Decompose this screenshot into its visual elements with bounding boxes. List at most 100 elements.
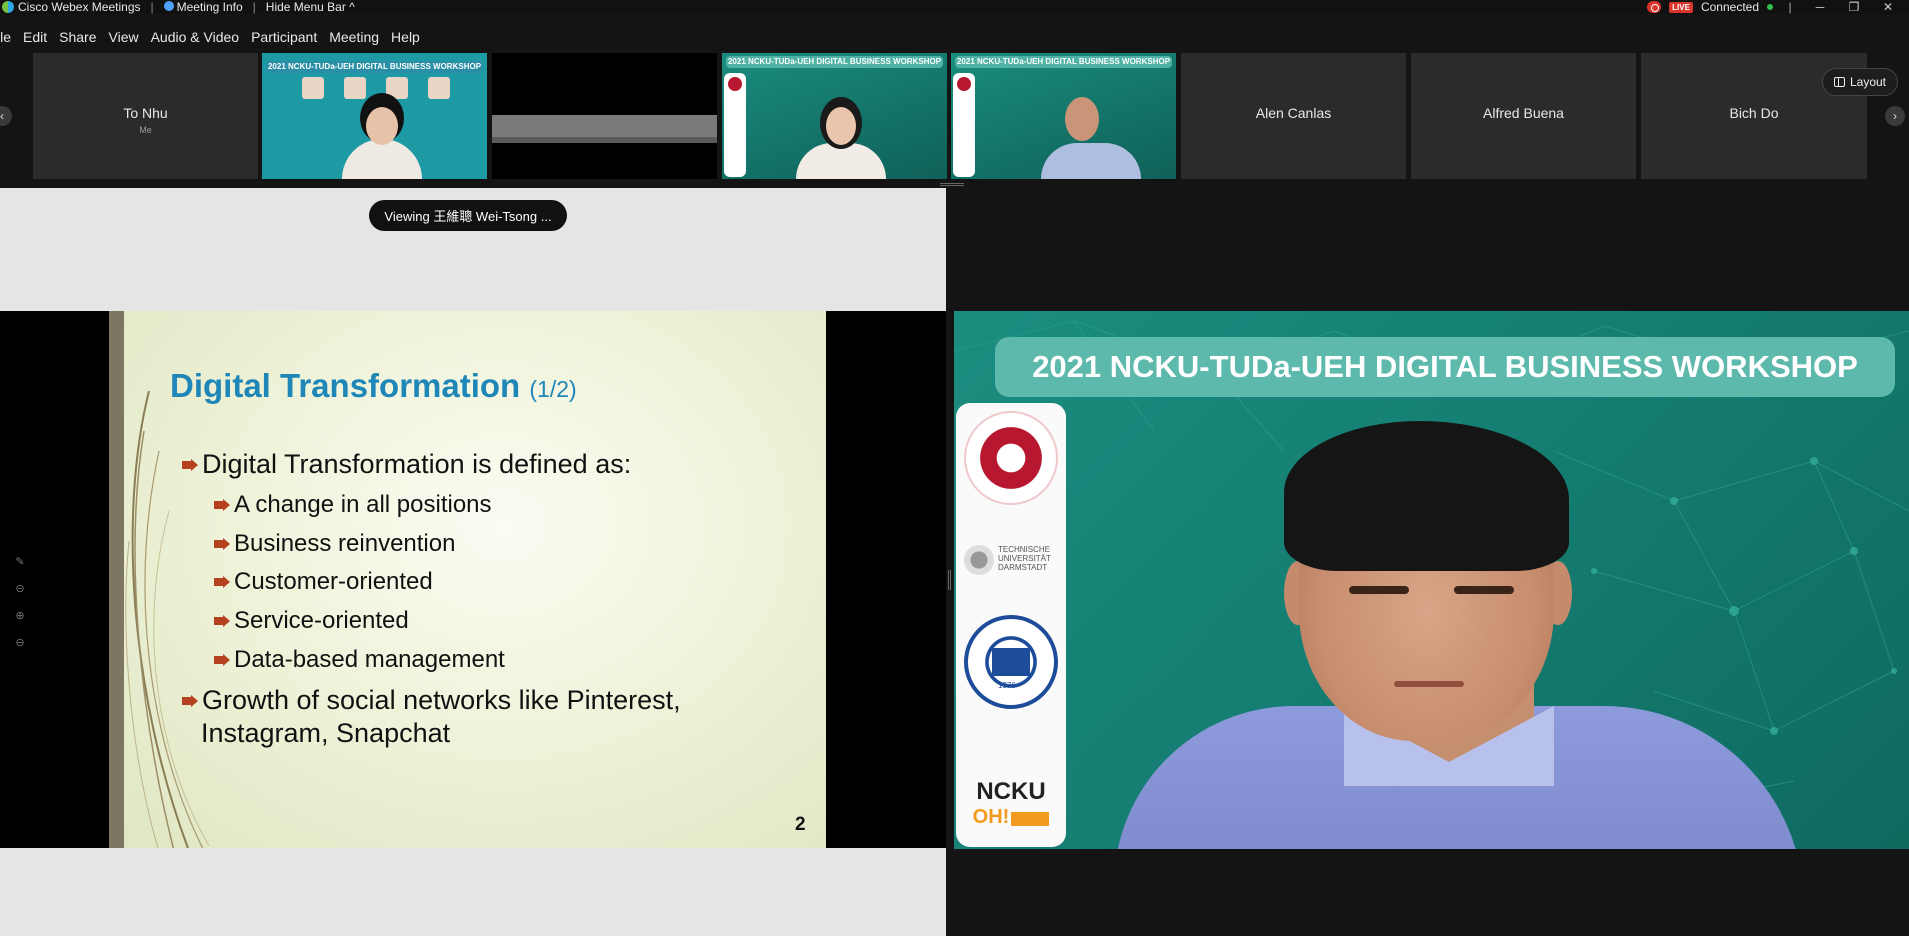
strip-next-button[interactable]: › xyxy=(1885,106,1905,126)
thumb-banner: 2021 NCKU-TUDa-UEH DIGITAL BUSINESS WORK… xyxy=(955,56,1172,68)
annotate-pen-icon[interactable]: ✎ xyxy=(13,555,27,569)
strip-prev-button[interactable]: ‹ xyxy=(0,106,12,126)
participant-figure xyxy=(1041,143,1141,179)
resize-handle-vertical[interactable] xyxy=(948,570,951,590)
close-button[interactable]: ✕ xyxy=(1875,0,1901,14)
live-badge: LIVE xyxy=(1669,1,1693,13)
participant-name: To Nhu xyxy=(123,105,168,121)
slide-bullet: Digital Transformation is defined as: xyxy=(182,449,632,480)
slide-subbullet-text: Business reinvention xyxy=(234,530,456,557)
hide-menu-bar-button[interactable]: Hide Menu Bar ^ xyxy=(266,0,355,14)
thumb-logos xyxy=(724,73,746,177)
title-divider: | xyxy=(1788,0,1792,14)
oh-logo-text: OH! xyxy=(972,806,1010,828)
shared-screen-preview xyxy=(492,115,717,137)
layout-icon xyxy=(1833,77,1845,87)
speaker-figure xyxy=(1394,681,1464,687)
oh-logo-row: OH! xyxy=(966,806,1056,829)
participant-name: Alen Canlas xyxy=(1255,105,1332,121)
participant-tile[interactable]: Alfred Buena xyxy=(1411,53,1636,179)
menu-help[interactable]: Help xyxy=(385,29,426,45)
menu-audio-video[interactable]: Audio & Video xyxy=(145,29,245,45)
ncku-logo-text: NCKU xyxy=(976,778,1046,805)
speaker-figure xyxy=(1349,586,1409,594)
tud-emblem-logo xyxy=(964,545,994,575)
slide-bullet-text: Growth of social networks like Pinterest… xyxy=(202,685,681,715)
bullet-arrow-icon xyxy=(214,615,231,627)
title-separator: | xyxy=(252,0,256,14)
menu-file[interactable]: ile xyxy=(0,29,17,45)
participant-video-tile[interactable]: 2021 NCKU-TUDa-UEH DIGITAL BUSINESS WORK… xyxy=(951,53,1176,179)
slide-subbullet-text: A change in all positions xyxy=(234,491,492,518)
bullet-arrow-icon xyxy=(214,576,231,588)
slide-bullet-text: Digital Transformation is defined as: xyxy=(202,449,632,479)
participant-strip: ‹ To Nhu Me 2021 NCKU-TUDa-UEH DIGITAL B… xyxy=(0,53,1909,180)
recording-icon[interactable] xyxy=(1647,1,1662,13)
viewing-indicator[interactable]: Viewing 王維聰 Wei-Tsong ... xyxy=(369,200,567,231)
slide-subbullet-text: Data-based management xyxy=(234,646,505,673)
participant-video-tile[interactable] xyxy=(492,53,717,179)
chevron-left-icon: ‹ xyxy=(0,109,4,123)
speaker-photo xyxy=(428,77,450,99)
slide-number: 2 xyxy=(795,814,806,835)
restore-button[interactable]: ❐ xyxy=(1841,0,1867,14)
slide-subbullet: Customer-oriented xyxy=(214,568,433,596)
title-bar: Cisco Webex Meetings | Meeting Info | Hi… xyxy=(0,0,1909,14)
bullet-arrow-icon xyxy=(214,654,231,666)
stop-annotate-icon[interactable]: ⊝ xyxy=(13,582,27,596)
slide-viewport: Digital Transformation (1/2) Digital Tra… xyxy=(0,311,946,848)
meeting-info-label: Meeting Info xyxy=(176,0,243,14)
meeting-info-button[interactable]: Meeting Info xyxy=(163,0,243,14)
participant-name: Alfred Buena xyxy=(1483,105,1564,121)
workshop-banner: 2021 NCKU-TUDa-UEH DIGITAL BUSINESS WORK… xyxy=(995,337,1895,397)
ueh-year: 1976 xyxy=(998,681,1016,690)
participant-tile[interactable]: To Nhu Me xyxy=(33,53,258,179)
title-separator: | xyxy=(150,0,154,14)
chevron-right-icon: › xyxy=(1893,109,1897,123)
slide-subbullet-text: Service-oriented xyxy=(234,607,409,634)
slide-bullet: Growth of social networks like Pinterest… xyxy=(182,685,681,716)
menu-participant[interactable]: Participant xyxy=(245,29,323,45)
shared-screen-preview xyxy=(492,137,717,143)
menu-share[interactable]: Share xyxy=(53,29,102,45)
zoom-out-icon[interactable]: ⊖ xyxy=(13,636,27,650)
bullet-arrow-icon xyxy=(182,694,199,707)
thumb-banner: 2021 NCKU-TUDa-UEH DIGITAL BUSINESS WORK… xyxy=(726,56,943,68)
menu-edit[interactable]: Edit xyxy=(17,29,53,45)
speaker-figure xyxy=(1454,586,1514,594)
connection-status: Connected xyxy=(1700,0,1759,14)
participant-video-tile[interactable]: 2021 NCKU-TUDa-UEH DIGITAL BUSINESS WORK… xyxy=(722,53,947,179)
menu-meeting[interactable]: Meeting xyxy=(323,29,385,45)
minimize-button[interactable]: ─ xyxy=(1807,0,1833,14)
thumb-banner: 2021 NCKU-TUDa-UEH DIGITAL BUSINESS WORK… xyxy=(266,61,483,73)
presentation-slide: Digital Transformation (1/2) Digital Tra… xyxy=(109,311,826,848)
bullet-arrow-icon xyxy=(214,538,231,550)
slide-subbullet: Data-based management xyxy=(214,646,505,674)
oh-logo-box xyxy=(1011,811,1050,826)
resize-handle-horizontal[interactable] xyxy=(940,183,964,186)
participant-figure xyxy=(342,139,422,179)
participant-video-tile[interactable]: 2021 NCKU-TUDa-UEH DIGITAL BUSINESS WORK… xyxy=(262,53,487,179)
bullet-arrow-icon xyxy=(182,458,199,471)
shared-content-bottom xyxy=(0,848,946,936)
menu-bar: ile Edit Share View Audio & Video Partic… xyxy=(0,26,426,48)
participant-figure xyxy=(1065,97,1099,141)
webex-logo-icon xyxy=(2,1,14,13)
slide-subbullet: A change in all positions xyxy=(214,491,492,519)
participant-figure xyxy=(366,107,398,145)
participant-tile[interactable]: Alen Canlas xyxy=(1181,53,1406,179)
menu-view[interactable]: View xyxy=(103,29,145,45)
ueh-book-logo xyxy=(992,648,1030,676)
university-logos: TECHNISCHE UNIVERSITÄT DARMSTADT 1976 NC… xyxy=(956,403,1066,847)
layout-button[interactable]: Layout xyxy=(1822,68,1898,96)
participant-name: Bich Do xyxy=(1729,105,1779,121)
connection-dot-icon xyxy=(1767,4,1773,10)
ncku-seal-logo xyxy=(964,411,1058,505)
thumb-logos xyxy=(953,73,975,177)
zoom-in-icon[interactable]: ⊕ xyxy=(13,609,27,623)
slide-subbullet: Business reinvention xyxy=(214,530,456,558)
slide-subbullet-text: Customer-oriented xyxy=(234,568,433,595)
active-speaker-video[interactable]: 2021 NCKU-TUDa-UEH DIGITAL BUSINESS WORK… xyxy=(954,311,1909,849)
app-title: Cisco Webex Meetings xyxy=(18,0,141,14)
slide-bullet-continuation: Instagram, Snapchat xyxy=(201,718,451,748)
